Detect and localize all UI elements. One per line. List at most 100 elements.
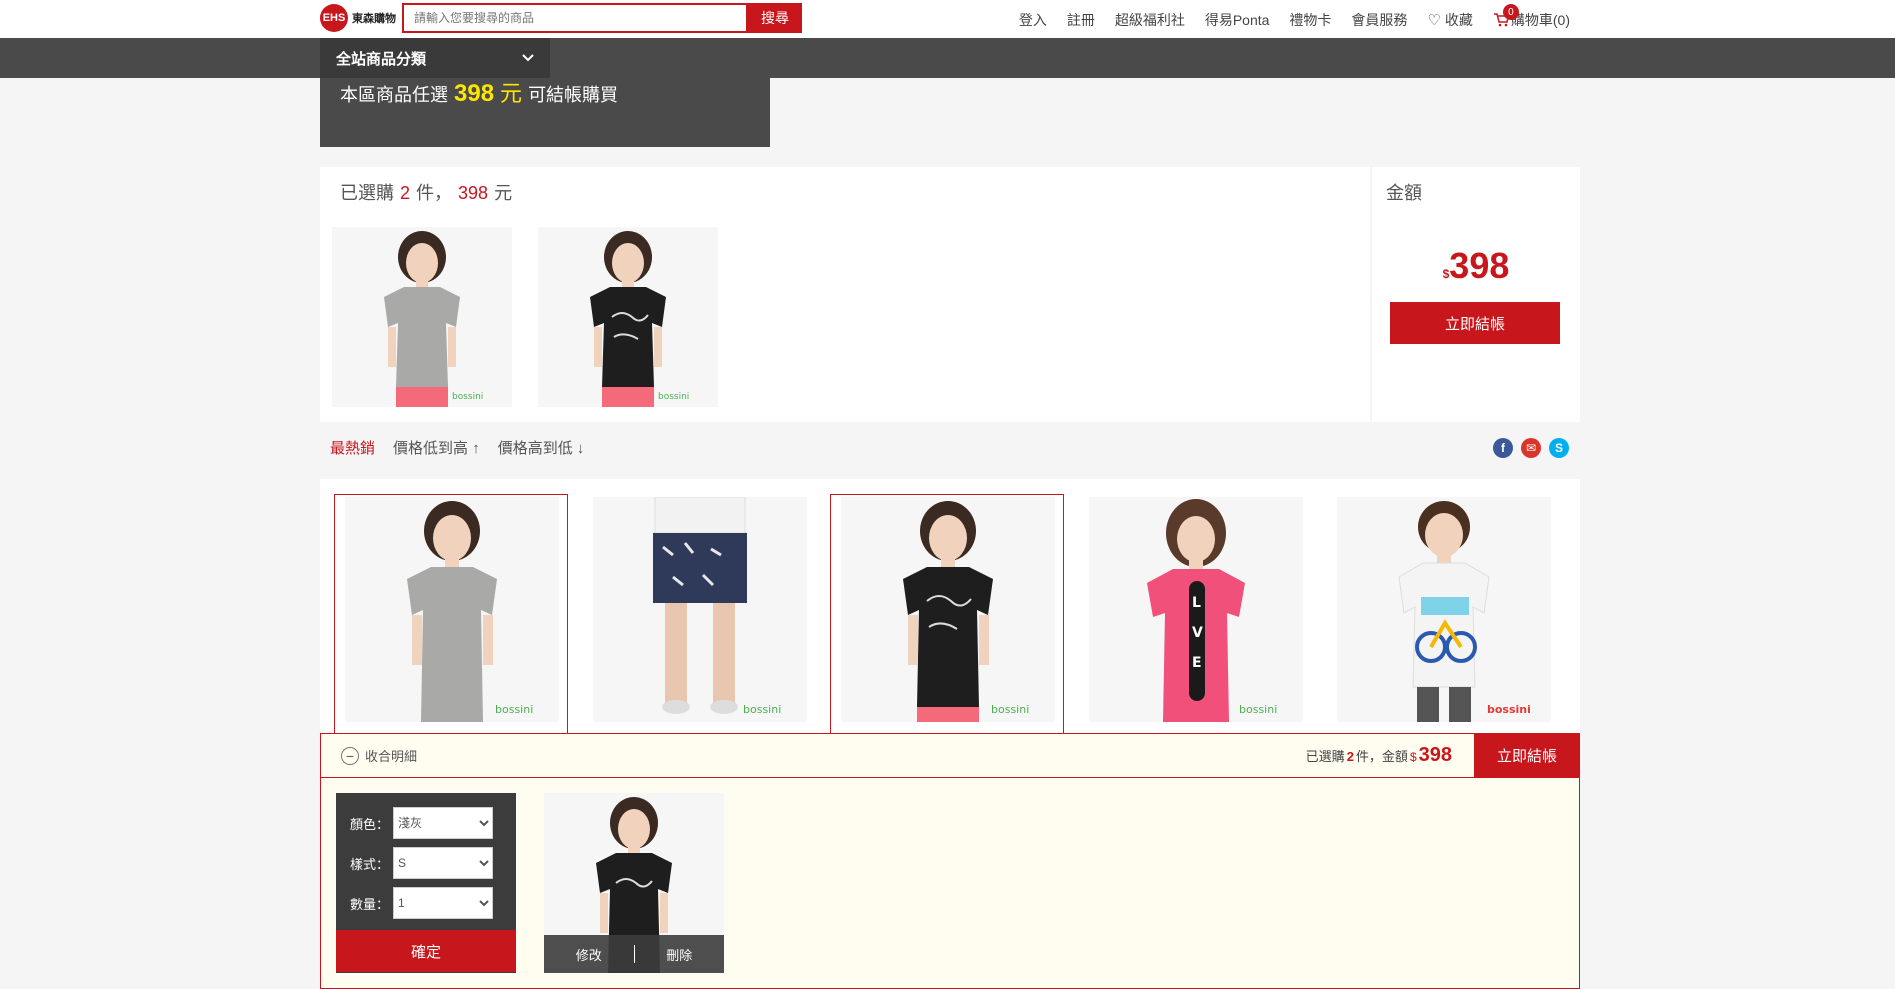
product-image: bossini — [538, 227, 718, 407]
collapse-detail-toggle[interactable]: − 收合明細 — [341, 746, 417, 765]
style-select[interactable]: S — [393, 847, 494, 879]
quantity-label: 數量： — [350, 896, 390, 912]
arrow-down-icon: ↓ — [576, 440, 585, 457]
svg-text:V: V — [1192, 625, 1203, 641]
skype-icon[interactable]: S — [1549, 438, 1569, 458]
nav-gift-card[interactable]: 禮物卡 — [1289, 10, 1331, 30]
category-bar: 全站商品分類 — [0, 38, 1895, 78]
favorite-label: 收藏 — [1444, 12, 1473, 28]
confirm-button[interactable]: 確定 — [336, 930, 516, 972]
nav-login[interactable]: 登入 — [1019, 10, 1047, 30]
logo-text: 東森購物 — [352, 13, 396, 25]
promo-prefix: 本區商品任選 — [340, 85, 448, 105]
sort-price-desc[interactable]: 價格高到低 ↓ — [498, 437, 585, 458]
nav-cart[interactable]: 0 購物車(0) — [1493, 4, 1570, 30]
product-image: bossini — [345, 497, 559, 722]
product-card[interactable]: L V E bossini — [1078, 494, 1312, 739]
quantity-select[interactable]: 1 — [393, 887, 494, 919]
product-photo: bossini — [1337, 497, 1551, 722]
svg-text:bossini: bossini — [1487, 703, 1531, 716]
svg-text:L: L — [1192, 595, 1201, 611]
selected-total-unit: 元 — [494, 183, 513, 203]
svg-text:bossini: bossini — [658, 392, 689, 402]
product-card[interactable]: bossini — [1326, 494, 1560, 739]
selected-count-unit: 件， — [416, 183, 453, 203]
selected-count: 2 — [400, 183, 411, 203]
product-photo: bossini — [345, 497, 559, 722]
nav-super-welfare[interactable]: 超級福利社 — [1115, 10, 1185, 30]
product-card[interactable]: bossini — [334, 494, 568, 739]
promo-banner: 本區商品任選 398 元 可結帳購買 — [320, 78, 770, 147]
top-bar: EHS 東森購物 搜尋 登入 註冊 超級福利社 得易Ponta 禮物卡 會員服務… — [0, 0, 1895, 38]
color-select[interactable]: 淺灰 — [393, 807, 494, 839]
edit-button[interactable]: 修改 — [544, 945, 634, 964]
sort-best-selling[interactable]: 最熱銷 — [330, 437, 375, 458]
delete-button[interactable]: 刪除 — [635, 945, 725, 964]
summary-currency: $ — [1409, 750, 1417, 764]
promo-suffix: 可結帳購買 — [528, 85, 619, 105]
sort-price-desc-label: 價格高到低 — [497, 440, 573, 457]
promo-unit: 元 — [500, 81, 523, 106]
mail-icon[interactable]: ✉ — [1521, 438, 1541, 458]
summary-prefix: 已選購 — [1305, 749, 1345, 764]
sort-options: 最熱銷 價格低到高 ↑ 價格高到低 ↓ — [330, 437, 584, 458]
search-input[interactable] — [402, 3, 748, 33]
nav-member-service[interactable]: 會員服務 — [1351, 10, 1407, 30]
amount-panel: 金額 $398 立即結帳 — [1372, 167, 1580, 422]
product-card[interactable]: bossini — [582, 494, 816, 739]
svg-text:bossini: bossini — [452, 392, 483, 402]
selected-summary: 已選購 2 件， 398 元 — [340, 179, 512, 205]
nav-ponta[interactable]: 得易Ponta — [1205, 10, 1270, 30]
top-nav: 登入 註冊 超級福利社 得易Ponta 禮物卡 會員服務 ♡ 收藏 0 購物車(0… — [1019, 4, 1570, 30]
svg-text:bossini: bossini — [495, 703, 533, 716]
summary-amount: 398 — [1418, 744, 1452, 766]
amount-number: 398 — [1449, 245, 1510, 286]
item-actions: 修改 刪除 — [544, 935, 724, 973]
color-label: 顏色： — [350, 816, 390, 832]
color-option: 顏色： 淺灰 — [350, 807, 494, 839]
heart-icon: ♡ — [1427, 12, 1441, 29]
checkout-button[interactable]: 立即結帳 — [1474, 733, 1580, 778]
minus-circle-icon: − — [341, 746, 359, 765]
all-categories-dropdown[interactable]: 全站商品分類 — [320, 38, 550, 78]
nav-register[interactable]: 註冊 — [1067, 10, 1095, 30]
product-image: bossini — [593, 497, 807, 722]
search-button[interactable]: 搜尋 — [748, 3, 802, 33]
cart-item-thumb: 修改 刪除 — [544, 793, 724, 973]
detail-bar: − 收合明細 已選購 2 件，金額 $ 398 立即結帳 — [320, 733, 1580, 778]
product-grid: bossini bossini bossini L V E bossini bo… — [320, 479, 1580, 739]
product-card[interactable]: bossini — [830, 494, 1064, 739]
product-photo: bossini — [593, 497, 807, 722]
svg-text:bossini: bossini — [991, 703, 1029, 716]
svg-text:bossini: bossini — [743, 703, 781, 716]
site-logo[interactable]: EHS 東森購物 — [320, 4, 396, 32]
summary-count: 2 — [1346, 749, 1354, 764]
selected-items-panel: 已選購 2 件， 398 元 bossini bossini — [320, 167, 1370, 422]
selected-prefix: 已選購 — [340, 183, 394, 203]
svg-text:bossini: bossini — [1239, 703, 1277, 716]
search-box: 搜尋 — [402, 3, 802, 33]
chevron-down-icon — [522, 54, 534, 62]
selected-item-thumb[interactable]: bossini — [332, 227, 512, 407]
style-label: 樣式： — [350, 856, 390, 872]
facebook-icon[interactable]: f — [1493, 438, 1513, 458]
product-image: bossini — [332, 227, 512, 407]
product-image: L V E bossini — [1089, 497, 1303, 722]
share-icons: f ✉ S — [1493, 438, 1569, 458]
product-image: bossini — [841, 497, 1055, 722]
checkout-button[interactable]: 立即結帳 — [1390, 302, 1560, 344]
quantity-option: 數量： 1 — [350, 887, 494, 919]
selected-item-thumb[interactable]: bossini — [538, 227, 718, 407]
product-photo: L V E bossini — [1089, 497, 1303, 722]
product-photo: bossini — [841, 497, 1055, 722]
sort-price-asc-label: 價格低到高 — [393, 440, 469, 457]
arrow-up-icon: ↑ — [472, 440, 480, 457]
style-option: 樣式： S — [350, 847, 494, 879]
nav-favorite[interactable]: ♡ 收藏 — [1427, 10, 1472, 30]
detail-summary: 已選購 2 件，金額 $ 398 — [1306, 744, 1452, 767]
cart-count-badge: 0 — [1502, 4, 1519, 20]
svg-text:E: E — [1192, 655, 1202, 671]
detail-body: 顏色： 淺灰 樣式： S 數量： 1 確定 修改 刪除 — [320, 778, 1580, 989]
cart-label: 購物車(0) — [1510, 12, 1570, 28]
sort-price-asc[interactable]: 價格低到高 ↑ — [393, 437, 480, 458]
